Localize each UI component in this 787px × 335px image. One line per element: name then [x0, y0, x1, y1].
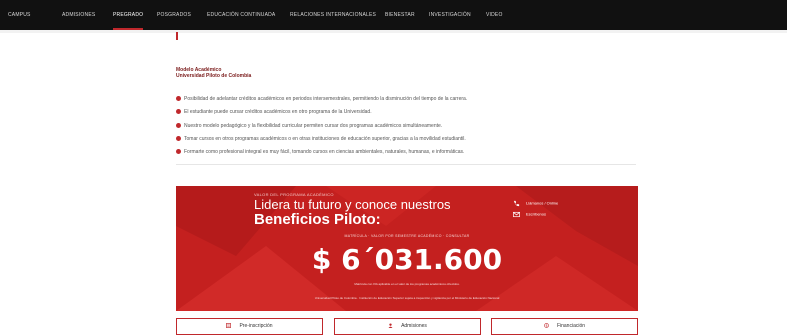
features-list: Posibilidad de adelantar créditos académ…: [176, 94, 636, 160]
list-item: Formarte como profesional integral es mu…: [176, 147, 636, 157]
banner-fine-print-2: Universidad Piloto de Colombia · Institu…: [314, 296, 500, 300]
admisiones-button[interactable]: Admisiones: [334, 318, 481, 335]
financiacion-button[interactable]: $ Financiación: [491, 318, 638, 335]
benefits-banner: VALOR DEL PROGRAMA ACADÉMICO Lidera tu f…: [176, 186, 638, 311]
list-item: Tomar cursos en otros programas académic…: [176, 134, 636, 144]
contact-phone-label: Llámanos / Online: [526, 200, 559, 206]
form-icon: [226, 323, 232, 329]
top-navigation-bar: CAMPUS ADMISIONES PREGRADO POSGRADOS EDU…: [0, 0, 787, 30]
divider: [176, 164, 636, 165]
button-label: Pre-inscripción: [239, 323, 273, 329]
nav-item-bienestar[interactable]: BIENESTAR: [385, 0, 415, 30]
list-item-text: Posibilidad de adelantar créditos académ…: [184, 96, 468, 102]
contact-email-label: Escríbenos: [526, 211, 547, 217]
bullet-icon: [176, 136, 181, 142]
user-icon: [388, 323, 393, 329]
list-item: Posibilidad de adelantar créditos académ…: [176, 94, 636, 104]
list-item-text: El estudiante puede cursar créditos acad…: [184, 109, 372, 116]
mail-icon: [513, 211, 520, 218]
contact-email[interactable]: Escríbenos: [513, 211, 546, 218]
nav-item-admisiones[interactable]: ADMISIONES: [62, 0, 95, 30]
nav-item-video[interactable]: VIDEO: [486, 0, 503, 30]
phone-icon: [513, 200, 520, 207]
bullet-icon: [176, 122, 181, 128]
model-title-line-2: Universidad Piloto de Colombia: [176, 73, 252, 79]
bullet-icon: [176, 149, 181, 155]
nav-underbar: [0, 30, 787, 33]
nav-item-investigacion[interactable]: INVESTIGACIÓN: [429, 0, 471, 30]
nav-item-relaciones-internacionales[interactable]: RELACIONES INTERNACIONALES: [290, 0, 376, 30]
bullet-icon: [176, 96, 181, 102]
dollar-icon: $: [544, 323, 549, 329]
banner-fine-print-1: Matrícula con IVA aplicable en el valor …: [354, 282, 460, 286]
bullet-icon: [176, 109, 181, 115]
nav-item-posgrados[interactable]: POSGRADOS: [157, 0, 191, 30]
banner-headline: Lidera tu futuro y conoce nuestros: [254, 197, 451, 212]
nav-item-campus[interactable]: CAMPUS: [8, 0, 31, 30]
list-item-text: Tomar cursos en otros programas académic…: [184, 135, 466, 142]
list-item-text: Formarte como profesional integral es mu…: [184, 149, 465, 156]
model-title: Modelo Académico Universidad Piloto de C…: [176, 67, 251, 79]
contact-phone[interactable]: Llámanos / Online: [513, 200, 558, 207]
svg-text:$: $: [546, 324, 548, 328]
list-item: Nuestro modelo pedagógico y la flexibili…: [176, 121, 636, 131]
list-item: El estudiante puede cursar créditos acad…: [176, 107, 636, 117]
button-label: Admisiones: [401, 323, 427, 329]
pre-inscripcion-button[interactable]: Pre-inscripción: [176, 318, 323, 335]
button-label: Financiación: [556, 323, 586, 329]
nav-item-educacion-continuada[interactable]: EDUCACIÓN CONTINUADA: [207, 0, 275, 30]
list-item-text: Nuestro modelo pedagógico y la flexibili…: [184, 122, 443, 129]
program-price: $ 6´031.600: [311, 243, 503, 276]
section-marker: [176, 32, 178, 40]
banner-highlight: Beneficios Piloto:: [254, 211, 381, 228]
nav-item-pregrado[interactable]: PREGRADO: [113, 0, 144, 30]
banner-caption: MATRÍCULA · VALOR POR SEMESTRE ACADÉMICO…: [344, 234, 470, 238]
